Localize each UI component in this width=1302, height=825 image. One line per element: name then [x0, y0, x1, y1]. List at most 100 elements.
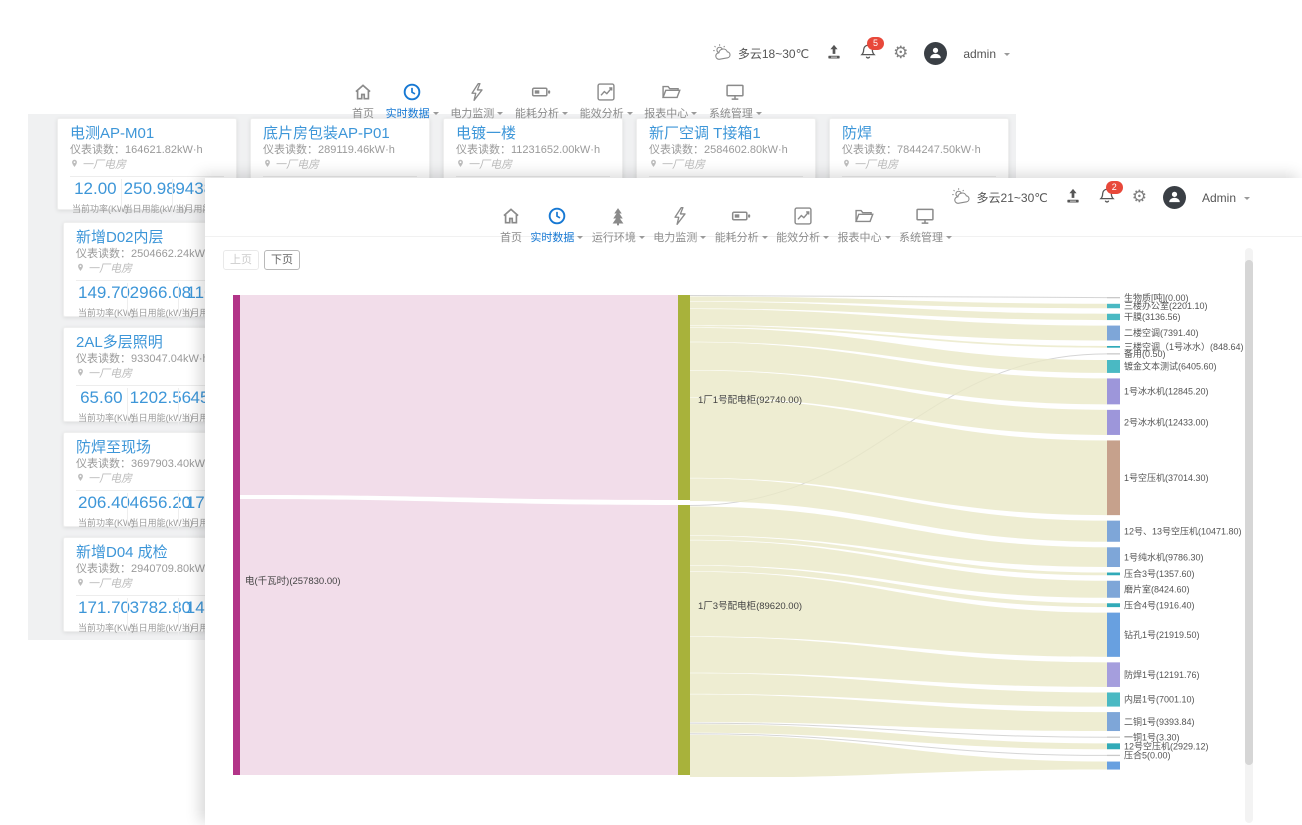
- stat-label: 当前功率(KW): [78, 306, 125, 319]
- card-location: 一厂电房: [70, 158, 224, 172]
- nav-item-folder[interactable]: 报表中心: [644, 82, 697, 121]
- card-location: 一厂电房: [649, 158, 803, 172]
- weather-widget: 多云18~30℃: [712, 43, 809, 65]
- sankey-node-mid2[interactable]: [678, 505, 690, 775]
- chevron-down-icon: [577, 236, 583, 242]
- nav-item-chart[interactable]: 能效分析: [580, 82, 633, 121]
- sankey-node-end[interactable]: [1107, 573, 1120, 576]
- sankey-node-end[interactable]: [1107, 743, 1120, 749]
- username-dropdown[interactable]: Admin: [1202, 191, 1250, 205]
- upload-button[interactable]: [1064, 187, 1082, 208]
- sankey-node-end[interactable]: [1107, 326, 1120, 341]
- card-location: 一厂电房: [842, 158, 996, 172]
- sankey-node-end[interactable]: [1107, 440, 1120, 515]
- card-divider: [70, 176, 224, 177]
- stat-value: 149.70: [78, 284, 125, 302]
- nav-item-tree[interactable]: 运行环境: [592, 206, 645, 245]
- weather-icon: [712, 43, 734, 65]
- notifications-button[interactable]: 5: [859, 43, 877, 64]
- stat-value: 2966.08: [130, 284, 177, 302]
- sankey-node-end[interactable]: [1107, 755, 1120, 756]
- front-header: 多云21~30℃ 2 ⚙ Admin: [951, 186, 1250, 209]
- sankey-node-end[interactable]: [1107, 314, 1120, 320]
- nav-item-bolt[interactable]: 电力监测: [653, 206, 706, 245]
- settings-button[interactable]: ⚙: [893, 45, 908, 62]
- stat-cell: 3782.80当日用能(kW·h): [127, 598, 179, 635]
- stat-value: 1202.56: [130, 389, 177, 407]
- upload-button[interactable]: [825, 43, 843, 64]
- nav-item-battery[interactable]: 能耗分析: [715, 206, 768, 245]
- sankey-node-end[interactable]: [1107, 762, 1120, 770]
- stat-value: 250.98: [124, 180, 171, 198]
- nav-item-monitor[interactable]: 系统管理: [709, 82, 762, 121]
- sankey-node-end[interactable]: [1107, 613, 1120, 657]
- scrollbar-thumb[interactable]: [1245, 260, 1253, 765]
- sankey-node-end[interactable]: [1107, 410, 1120, 435]
- sankey-end-label: 内层1号(7001.10): [1124, 694, 1195, 705]
- stat-cell: 12.00当前功率(KW): [70, 179, 121, 216]
- nav-item-home[interactable]: 首页: [500, 206, 522, 245]
- nav-label: 首页: [500, 229, 522, 245]
- nav-item-chart[interactable]: 能效分析: [776, 206, 829, 245]
- sankey-end-label: 压合3号(1357.60): [1124, 568, 1195, 579]
- sankey-node-end[interactable]: [1107, 304, 1120, 308]
- stat-cell: 206.40当前功率(KW): [76, 493, 127, 530]
- battery-icon: [531, 82, 551, 102]
- card-title: 底片房包装AP-P01: [263, 125, 417, 142]
- sankey-end-label: 钻孔1号(21919.50): [1124, 629, 1200, 640]
- user-menu[interactable]: [924, 42, 947, 65]
- card-location: 一厂电房: [456, 158, 610, 172]
- nav-label: 报表中心: [838, 229, 882, 245]
- stat-label: 当日用能(kW·h): [130, 411, 177, 424]
- monitor-icon: [915, 206, 935, 226]
- nav-item-clock[interactable]: 实时数据: [530, 206, 583, 245]
- sankey-end-label: 磨片室(8424.60): [1124, 583, 1190, 594]
- sankey-node-end[interactable]: [1107, 360, 1120, 373]
- sankey-node-end[interactable]: [1107, 378, 1120, 404]
- notifications-button[interactable]: 2: [1098, 187, 1116, 208]
- username-dropdown[interactable]: admin: [963, 47, 1010, 61]
- nav-item-bolt[interactable]: 电力监测: [450, 82, 503, 121]
- card-location-text: 一厂电房: [88, 578, 132, 590]
- card-title: 新厂空调 T接箱1: [649, 125, 803, 142]
- settings-button[interactable]: ⚙: [1132, 189, 1147, 206]
- chevron-down-icon: [562, 112, 568, 118]
- sankey-node-end[interactable]: [1107, 662, 1120, 687]
- card-reading: 仪表读数：2584602.80kW·h: [649, 144, 803, 156]
- card-divider: [649, 176, 803, 177]
- sankey-node-end[interactable]: [1107, 547, 1120, 567]
- sankey-node-end[interactable]: [1107, 581, 1120, 598]
- sankey-node-end[interactable]: [1107, 692, 1120, 706]
- stat-value: 4656.20: [130, 494, 177, 512]
- front-nav: 首页实时数据运行环境电力监测能耗分析能效分析报表中心 系统管理: [500, 206, 952, 245]
- card-divider: [456, 176, 610, 177]
- avatar: [1163, 186, 1186, 209]
- sankey-node-end[interactable]: [1107, 297, 1120, 298]
- foreground-window: 多云21~30℃ 2 ⚙ Admin 首页实时数据运行环境电力监测能耗分析能效分…: [205, 178, 1302, 825]
- location-pin-icon: [263, 158, 272, 172]
- nav-item-clock[interactable]: 实时数据: [386, 82, 439, 121]
- location-pin-icon: [842, 158, 851, 172]
- location-pin-icon: [76, 577, 85, 591]
- sankey-node-end[interactable]: [1107, 712, 1120, 731]
- sankey-node-end[interactable]: [1107, 346, 1120, 348]
- nav-item-home[interactable]: 首页: [352, 82, 374, 121]
- username: Admin: [1202, 191, 1236, 205]
- location-pin-icon: [76, 262, 85, 276]
- chevron-down-icon: [700, 236, 706, 242]
- sankey-node-source[interactable]: [233, 295, 240, 775]
- sankey-node-end[interactable]: [1107, 603, 1120, 607]
- user-menu[interactable]: [1163, 186, 1186, 209]
- sankey-node-end[interactable]: [1107, 353, 1120, 354]
- nav-item-folder[interactable]: 报表中心: [838, 206, 891, 245]
- nav-item-monitor[interactable]: 系统管理: [899, 206, 952, 245]
- chevron-down-icon: [691, 112, 697, 118]
- card-reading: 仪表读数：7844247.50kW·h: [842, 144, 996, 156]
- vertical-scrollbar[interactable]: [1245, 248, 1253, 823]
- chevron-down-icon: [946, 236, 952, 242]
- sankey-node-end[interactable]: [1107, 737, 1120, 738]
- sankey-node-end[interactable]: [1107, 521, 1120, 542]
- card-divider: [842, 176, 996, 177]
- sankey-node-mid1[interactable]: [678, 295, 690, 500]
- nav-item-battery[interactable]: 能耗分析: [515, 82, 568, 121]
